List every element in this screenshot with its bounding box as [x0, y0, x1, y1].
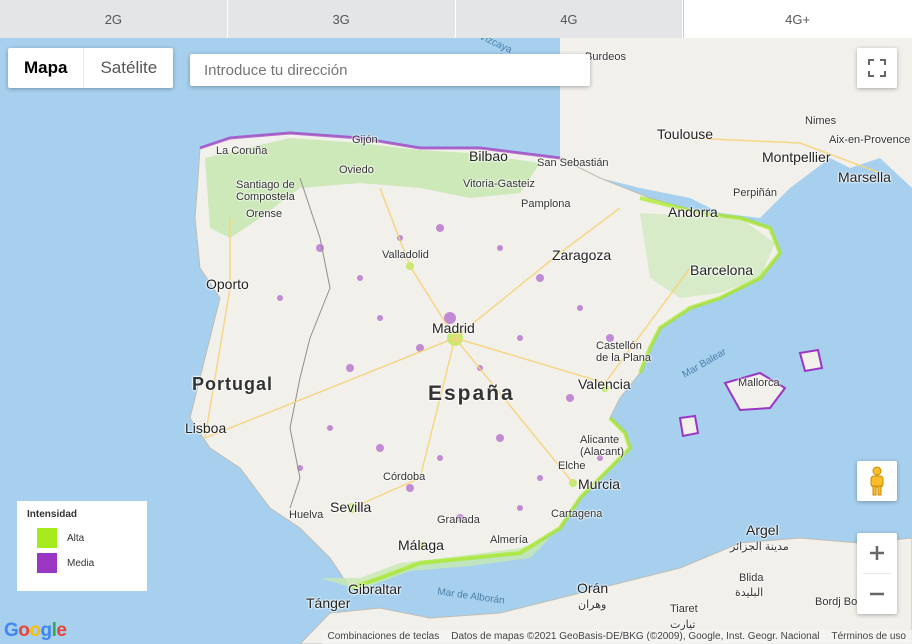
label-toulouse: Toulouse — [657, 126, 714, 142]
label-oviedo: Oviedo — [339, 164, 374, 176]
map-type-map-button[interactable]: Mapa — [8, 48, 83, 88]
label-oran: Orán — [577, 580, 609, 596]
legend-title: Intensidad — [27, 509, 78, 520]
label-zaragoza: Zaragoza — [552, 247, 612, 263]
tab-2g[interactable]: 2G — [0, 0, 228, 38]
pegman-icon — [870, 466, 884, 496]
label-cartagena: Cartagena — [551, 508, 603, 520]
label-gijon: Gijón — [352, 134, 378, 146]
label-portugal: Portugal — [192, 374, 274, 394]
legend-label-high: Alta — [67, 532, 85, 544]
google-logo[interactable]: Google — [4, 620, 67, 642]
map-type-control: Mapa Satélite — [8, 48, 174, 88]
map-type-satellite-button[interactable]: Satélite — [83, 48, 173, 88]
label-madrid: Madrid — [432, 320, 475, 336]
label-espana: España — [428, 382, 515, 405]
label-nimes: Nimes — [805, 115, 837, 127]
label-argel-ar: مدينة الجزائر — [730, 541, 789, 553]
legend-item-high: Alta — [27, 528, 137, 548]
street-view-button[interactable] — [857, 461, 897, 501]
label-granada: Granada — [437, 514, 480, 526]
plus-icon — [870, 546, 884, 560]
label-marseille: Marsella — [838, 169, 891, 185]
label-santiago: Santiago de Compostela — [236, 179, 295, 203]
map-data-text: Datos de mapas ©2021 GeoBasis-DE/BKG (©2… — [451, 631, 820, 642]
network-tabs: 2G 3G 4G 4G+ — [0, 0, 912, 38]
label-montpellier: Montpellier — [762, 149, 831, 165]
label-mallorca: Mallorca — [738, 377, 780, 389]
label-murcia: Murcia — [578, 476, 621, 492]
legend-item-medium: Media — [27, 553, 137, 573]
tab-3g[interactable]: 3G — [227, 0, 456, 38]
label-san-sebastian: San Sebastián — [537, 157, 609, 169]
label-oporto: Oporto — [206, 276, 249, 292]
label-bilbao: Bilbao — [469, 148, 508, 164]
label-andorra: Andorra — [668, 204, 718, 220]
label-valladolid: Valladolid — [382, 249, 429, 261]
label-blida: Blida — [739, 572, 764, 584]
label-la-coruna: La Coruña — [216, 145, 268, 157]
label-malaga: Málaga — [398, 537, 444, 553]
zoom-out-button[interactable] — [857, 574, 897, 614]
label-castellon: Castellón de la Plana — [596, 340, 652, 364]
label-pamplona: Pamplona — [521, 198, 571, 210]
legend-swatch-high — [37, 528, 57, 548]
terms-link[interactable]: Términos de uso — [826, 630, 912, 644]
tab-4g[interactable]: 4G — [455, 0, 684, 38]
label-blida-ar: البليدة — [735, 587, 764, 599]
label-valencia: Valencia — [578, 376, 631, 392]
legend-swatch-medium — [37, 553, 57, 573]
legend-label-medium: Media — [67, 557, 95, 569]
label-perpignan: Perpiñán — [733, 187, 778, 199]
label-almeria: Almería — [490, 534, 528, 546]
label-argel: Argel — [746, 522, 779, 538]
label-orense: Orense — [246, 208, 283, 220]
label-barcelona: Barcelona — [690, 262, 754, 278]
label-cordoba: Córdoba — [383, 471, 426, 483]
label-aix: Aix-en-Provence — [829, 134, 911, 146]
keyboard-shortcuts-link[interactable]: Combinaciones de teclas — [322, 630, 446, 644]
label-oran-ar: وهران — [578, 599, 607, 611]
map-attribution: Combinaciones de teclas Datos de mapas ©… — [321, 630, 912, 644]
coverage-legend: Intensidad Alta Media — [17, 501, 147, 591]
zoom-control — [857, 533, 897, 614]
label-tanger: Tánger — [306, 595, 351, 611]
fullscreen-icon — [868, 59, 886, 77]
tab-4g-plus[interactable]: 4G+ — [683, 0, 912, 38]
fullscreen-button[interactable] — [857, 48, 897, 88]
label-alicante: Alicante (Alacant) — [580, 434, 625, 458]
label-sevilla: Sevilla — [330, 499, 372, 515]
label-gibraltar: Gibraltar — [348, 581, 402, 597]
label-bordj: Bordj Bo — [815, 596, 858, 608]
address-search-input[interactable] — [190, 54, 590, 86]
label-bordeaux: Burdeos — [585, 51, 626, 63]
label-huelva: Huelva — [289, 509, 324, 521]
zoom-in-button[interactable] — [857, 533, 897, 573]
label-lisboa: Lisboa — [185, 420, 227, 436]
label-tiaret: Tiaret — [670, 603, 698, 615]
coverage-map[interactable]: España Portugal Andorra Madrid Barcelona… — [0, 38, 912, 644]
label-elche: Elche — [558, 460, 586, 472]
label-vitoria: Vitoria-Gasteiz — [463, 178, 535, 190]
minus-icon — [870, 592, 884, 596]
